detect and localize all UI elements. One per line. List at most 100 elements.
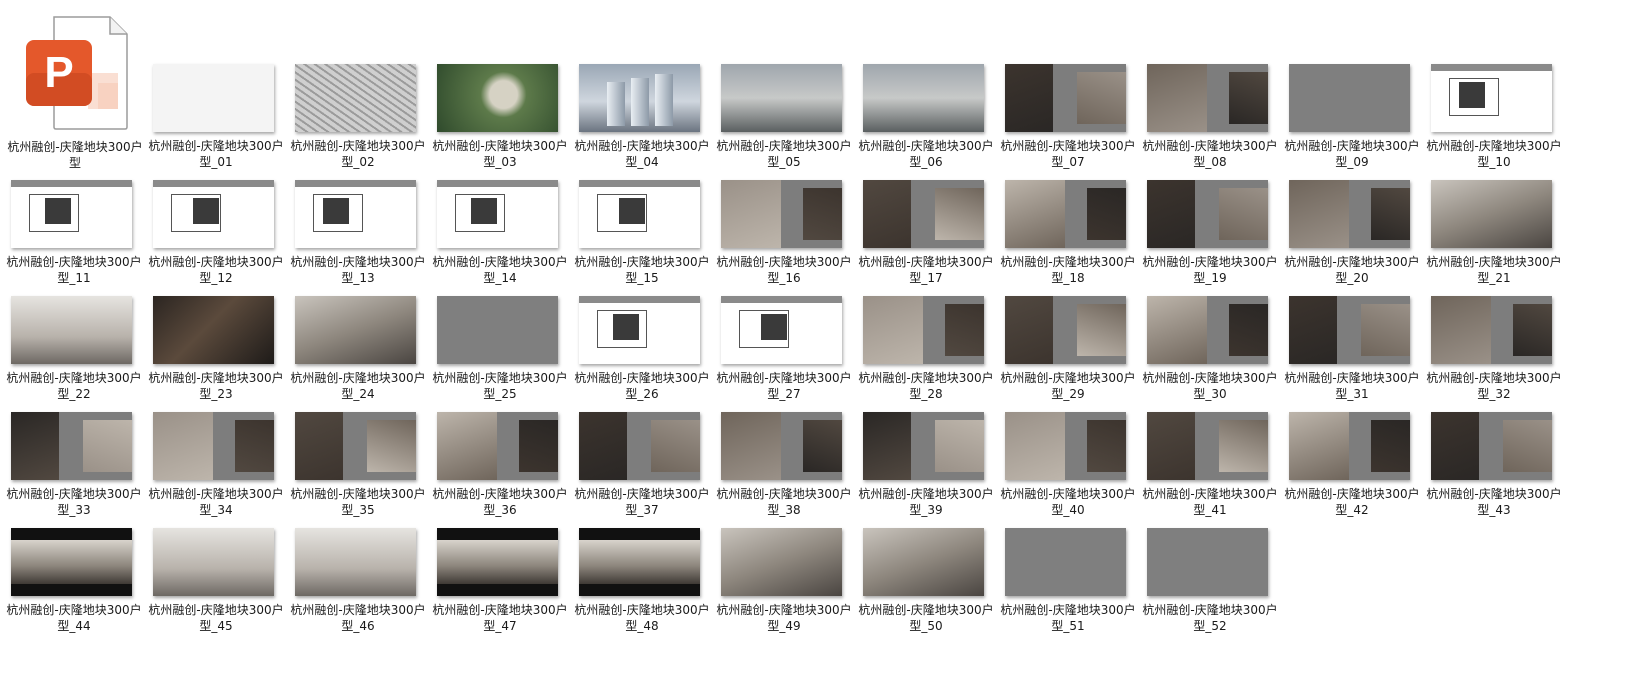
- slide-thumbnail-item[interactable]: 杭州融创-庆隆地块300户型_40: [998, 412, 1138, 524]
- slide-thumbnail-label: 杭州融创-庆隆地块300户型_37: [574, 487, 710, 517]
- slide-thumbnail-label: 杭州融创-庆隆地块300户型_40: [1000, 487, 1136, 517]
- slide-thumbnail-item[interactable]: 杭州融创-庆隆地块300户型_26: [572, 296, 712, 408]
- slide-thumbnail-item[interactable]: 杭州融创-庆隆地块300户型_49: [714, 528, 854, 640]
- slide-thumbnail-label: 杭州融创-庆隆地块300户型_13: [290, 255, 426, 285]
- slide-thumbnail-item[interactable]: 杭州融创-庆隆地块300户型_46: [288, 528, 428, 640]
- slide-thumbnail-item[interactable]: 杭州融创-庆隆地块300户型_51: [998, 528, 1138, 640]
- slide-thumbnail-item[interactable]: 杭州融创-庆隆地块300户型_03: [430, 64, 570, 176]
- slide-thumbnail-image: [1005, 412, 1126, 480]
- slide-thumbnail-label: 杭州融创-庆隆地块300户型_36: [432, 487, 568, 517]
- slide-thumbnail-label: 杭州融创-庆隆地块300户型_52: [1142, 603, 1278, 633]
- slide-thumbnail-label: 杭州融创-庆隆地块300户型_12: [148, 255, 284, 285]
- slide-thumbnail-label: 杭州融创-庆隆地块300户型_31: [1284, 371, 1420, 401]
- slide-thumbnail-label: 杭州融创-庆隆地块300户型_16: [716, 255, 852, 285]
- slide-thumbnail-item[interactable]: 杭州融创-庆隆地块300户型_15: [572, 180, 712, 292]
- slide-thumbnail-image: [721, 64, 842, 132]
- slide-thumbnail-item[interactable]: 杭州融创-庆隆地块300户型_23: [146, 296, 286, 408]
- slide-thumbnail-label: 杭州融创-庆隆地块300户型_24: [290, 371, 426, 401]
- slide-thumbnail-image: [721, 180, 842, 248]
- slide-thumbnail-item[interactable]: 杭州融创-庆隆地块300户型_21: [1424, 180, 1564, 292]
- slide-thumbnail-label: 杭州融创-庆隆地块300户型_45: [148, 603, 284, 633]
- slide-thumbnail-item[interactable]: 杭州融创-庆隆地块300户型_19: [1140, 180, 1280, 292]
- slide-thumbnail-label: 杭州融创-庆隆地块300户型_25: [432, 371, 568, 401]
- slide-thumbnail-item[interactable]: 杭州融创-庆隆地块300户型_38: [714, 412, 854, 524]
- slide-thumbnail-item[interactable]: 杭州融创-庆隆地块300户型_18: [998, 180, 1138, 292]
- slide-thumbnail-item[interactable]: 杭州融创-庆隆地块300户型_45: [146, 528, 286, 640]
- file-item-pptx[interactable]: P 杭州融创-庆隆地块300户型: [4, 0, 146, 180]
- slide-thumbnail-label: 杭州融创-庆隆地块300户型_22: [6, 371, 142, 401]
- slide-thumbnail-label: 杭州融创-庆隆地块300户型_04: [574, 139, 710, 169]
- slide-thumbnail-item[interactable]: 杭州融创-庆隆地块300户型_28: [856, 296, 996, 408]
- slide-thumbnail-image: [863, 412, 984, 480]
- slide-thumbnail-item[interactable]: 杭州融创-庆隆地块300户型_31: [1282, 296, 1422, 408]
- slide-thumbnail-label: 杭州融创-庆隆地块300户型_20: [1284, 255, 1420, 285]
- slide-thumbnail-image: [721, 528, 842, 596]
- slide-thumbnail-image: [579, 64, 700, 132]
- slide-thumbnail-label: 杭州融创-庆隆地块300户型_38: [716, 487, 852, 517]
- slide-thumbnail-item[interactable]: 杭州融创-庆隆地块300户型_01: [146, 64, 286, 176]
- slide-thumbnail-item[interactable]: 杭州融创-庆隆地块300户型_50: [856, 528, 996, 640]
- slide-thumbnail-item[interactable]: 杭州融创-庆隆地块300户型_02: [288, 64, 428, 176]
- slide-thumbnail-item[interactable]: 杭州融创-庆隆地块300户型_52: [1140, 528, 1280, 640]
- slide-thumbnail-item[interactable]: 杭州融创-庆隆地块300户型_35: [288, 412, 428, 524]
- slide-thumbnail-item[interactable]: 杭州融创-庆隆地块300户型_04: [572, 64, 712, 176]
- slide-thumbnail-item[interactable]: 杭州融创-庆隆地块300户型_10: [1424, 64, 1564, 176]
- slide-thumbnail-label: 杭州融创-庆隆地块300户型_02: [290, 139, 426, 169]
- slide-thumbnail-image: [721, 296, 842, 364]
- slide-thumbnail-item[interactable]: 杭州融创-庆隆地块300户型_41: [1140, 412, 1280, 524]
- slide-thumbnail-item[interactable]: 杭州融创-庆隆地块300户型_47: [430, 528, 570, 640]
- slide-thumbnail-image: [295, 528, 416, 596]
- slide-thumbnail-label: 杭州融创-庆隆地块300户型_08: [1142, 139, 1278, 169]
- slide-thumbnail-item[interactable]: 杭州融创-庆隆地块300户型_22: [4, 296, 144, 408]
- slide-thumbnail-label: 杭州融创-庆隆地块300户型_42: [1284, 487, 1420, 517]
- slide-thumbnail-item[interactable]: 杭州融创-庆隆地块300户型_43: [1424, 412, 1564, 524]
- slide-thumbnail-item[interactable]: 杭州融创-庆隆地块300户型_07: [998, 64, 1138, 176]
- slide-thumbnail-label: 杭州融创-庆隆地块300户型_01: [148, 139, 284, 169]
- slide-thumbnail-image: [1289, 64, 1410, 132]
- file-grid: P 杭州融创-庆隆地块300户型 杭州融创-庆隆地块300户型_01 杭州融创-庆…: [0, 0, 1633, 677]
- slide-thumbnail-item[interactable]: 杭州融创-庆隆地块300户型_16: [714, 180, 854, 292]
- slide-thumbnail-label: 杭州融创-庆隆地块300户型_23: [148, 371, 284, 401]
- slide-thumbnail-item[interactable]: 杭州融创-庆隆地块300户型_17: [856, 180, 996, 292]
- slide-thumbnail-item[interactable]: 杭州融创-庆隆地块300户型_29: [998, 296, 1138, 408]
- slide-thumbnail-image: [153, 528, 274, 596]
- slide-thumbnail-item[interactable]: 杭州融创-庆隆地块300户型_48: [572, 528, 712, 640]
- slide-thumbnail-label: 杭州融创-庆隆地块300户型_49: [716, 603, 852, 633]
- slide-thumbnail-image: [295, 64, 416, 132]
- slide-thumbnail-item[interactable]: 杭州融创-庆隆地块300户型_44: [4, 528, 144, 640]
- slide-thumbnail-image: [11, 528, 132, 596]
- slide-thumbnail-item[interactable]: 杭州融创-庆隆地块300户型_36: [430, 412, 570, 524]
- slide-thumbnail-item[interactable]: 杭州融创-庆隆地块300户型_30: [1140, 296, 1280, 408]
- slide-thumbnail-item[interactable]: 杭州融创-庆隆地块300户型_05: [714, 64, 854, 176]
- slide-thumbnail-item[interactable]: 杭州融创-庆隆地块300户型_42: [1282, 412, 1422, 524]
- slide-thumbnail-item[interactable]: 杭州融创-庆隆地块300户型_11: [4, 180, 144, 292]
- slide-thumbnail-label: 杭州融创-庆隆地块300户型_32: [1426, 371, 1562, 401]
- slide-thumbnail-item[interactable]: 杭州融创-庆隆地块300户型_20: [1282, 180, 1422, 292]
- slide-thumbnail-image: [437, 180, 558, 248]
- slide-thumbnail-item[interactable]: 杭州融创-庆隆地块300户型_34: [146, 412, 286, 524]
- slide-thumbnail-item[interactable]: 杭州融创-庆隆地块300户型_24: [288, 296, 428, 408]
- slide-thumbnail-item[interactable]: 杭州融创-庆隆地块300户型_27: [714, 296, 854, 408]
- slide-thumbnail-item[interactable]: 杭州融创-庆隆地块300户型_37: [572, 412, 712, 524]
- slide-thumbnail-item[interactable]: 杭州融创-庆隆地块300户型_09: [1282, 64, 1422, 176]
- slide-thumbnail-image: [1289, 412, 1410, 480]
- slide-thumbnail-image: [721, 412, 842, 480]
- slide-thumbnail-item[interactable]: 杭州融创-庆隆地块300户型_39: [856, 412, 996, 524]
- slide-thumbnail-item[interactable]: 杭州融创-庆隆地块300户型_14: [430, 180, 570, 292]
- slide-thumbnail-image: [579, 180, 700, 248]
- slide-thumbnail-item[interactable]: 杭州融创-庆隆地块300户型_12: [146, 180, 286, 292]
- file-item-label: 杭州融创-庆隆地块300户型: [7, 140, 143, 170]
- slide-thumbnail-image: [579, 528, 700, 596]
- slide-thumbnail-item[interactable]: 杭州融创-庆隆地块300户型_08: [1140, 64, 1280, 176]
- slide-thumbnail-image: [1431, 64, 1552, 132]
- slide-thumbnail-image: [153, 412, 274, 480]
- slide-thumbnail-item[interactable]: 杭州融创-庆隆地块300户型_06: [856, 64, 996, 176]
- slide-thumbnail-item[interactable]: 杭州融创-庆隆地块300户型_32: [1424, 296, 1564, 408]
- slide-thumbnail-item[interactable]: 杭州融创-庆隆地块300户型_25: [430, 296, 570, 408]
- slide-thumbnail-label: 杭州融创-庆隆地块300户型_28: [858, 371, 994, 401]
- slide-thumbnail-label: 杭州融创-庆隆地块300户型_48: [574, 603, 710, 633]
- slide-thumbnail-label: 杭州融创-庆隆地块300户型_50: [858, 603, 994, 633]
- slide-thumbnail-item[interactable]: 杭州融创-庆隆地块300户型_33: [4, 412, 144, 524]
- slide-thumbnail-item[interactable]: 杭州融创-庆隆地块300户型_13: [288, 180, 428, 292]
- slide-thumbnail-image: [1005, 528, 1126, 596]
